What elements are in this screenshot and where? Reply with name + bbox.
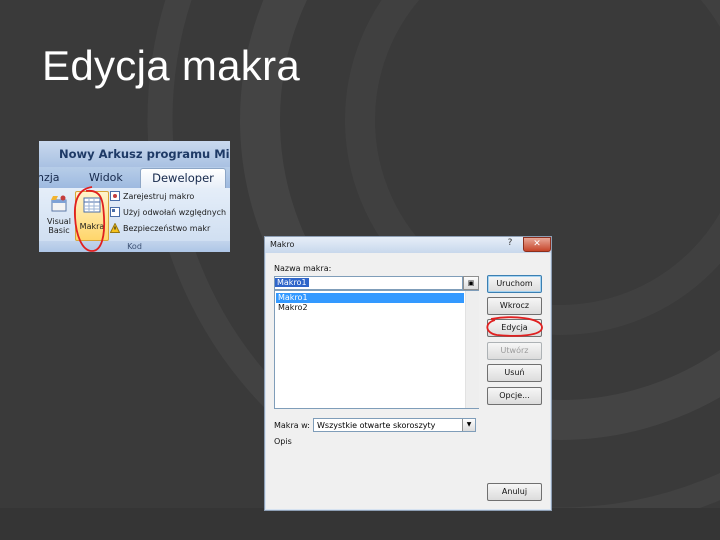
dialog-title-bar: Makro ? ✕ [265, 237, 551, 253]
macro-name-label: Nazwa makra: [274, 264, 332, 273]
macros-in-select[interactable]: Wszystkie otwarte skoroszyty ▼ [313, 418, 476, 432]
relative-references-label: Użyj odwołań względnych [123, 208, 227, 217]
highlight-circle-makra [73, 186, 106, 252]
macros-in-label: Makra w: [274, 421, 310, 430]
macro-security-label: Bezpieczeństwo makr [123, 224, 211, 233]
relative-references-icon [110, 207, 120, 217]
close-button[interactable]: ✕ [523, 237, 551, 252]
highlight-circle-edit [486, 316, 543, 337]
macro-list[interactable]: Makro1 Makro2 [274, 290, 479, 409]
visual-basic-button[interactable]: Visual Basic [43, 191, 75, 239]
ribbon-screenshot: Nowy Arkusz programu Microso nzja Widok … [39, 141, 230, 252]
ribbon-body: Visual Basic Makra Zarejestruj makro Uży… [39, 188, 230, 252]
question-icon[interactable]: ? [503, 238, 517, 250]
step-into-button[interactable]: Wkrocz [487, 297, 542, 315]
warning-icon [110, 223, 120, 233]
chevron-down-icon[interactable]: ▼ [462, 419, 475, 431]
run-button[interactable]: Uruchom [487, 275, 542, 293]
delete-button[interactable]: Usuń [487, 364, 542, 382]
macro-dialog: Makro ? ✕ Nazwa makra: Makro1 ▣ Makro1 M… [264, 236, 552, 511]
dialog-title: Makro [270, 240, 295, 249]
list-item[interactable]: Makro1 [276, 293, 464, 303]
macro-security-item[interactable]: Bezpieczeństwo makr [110, 223, 210, 237]
record-macro-item[interactable]: Zarejestruj makro [110, 191, 194, 205]
slide-title: Edycja makra [42, 42, 301, 89]
cancel-button[interactable]: Anuluj [487, 483, 542, 501]
record-macro-icon [110, 191, 120, 201]
macro-name-input[interactable]: Makro1 [274, 276, 463, 290]
collapse-dialog-icon[interactable]: ▣ [463, 276, 479, 290]
tab-nzja[interactable]: nzja [39, 171, 60, 184]
ribbon-group-label: Kod [39, 241, 230, 252]
visual-basic-icon [51, 195, 67, 212]
tab-deweloper[interactable]: Deweloper [140, 168, 226, 189]
macro-name-value: Makro1 [275, 278, 309, 287]
relative-references-item[interactable]: Użyj odwołań względnych [110, 207, 226, 221]
options-button[interactable]: Opcje... [487, 387, 542, 405]
record-macro-label: Zarejestruj makro [123, 192, 195, 201]
list-item[interactable]: Makro2 [276, 303, 464, 313]
macros-in-value: Wszystkie otwarte skoroszyty [317, 421, 436, 430]
ribbon-tab-strip: nzja Widok Deweloper [39, 167, 230, 189]
list-scrollbar[interactable] [465, 291, 479, 408]
description-area [274, 445, 542, 485]
create-button: Utwórz [487, 342, 542, 360]
ribbon-window-title: Nowy Arkusz programu Microso [59, 147, 230, 161]
ribbon-window-title-bar: Nowy Arkusz programu Microso [39, 141, 230, 167]
visual-basic-label: Visual Basic [47, 217, 71, 235]
